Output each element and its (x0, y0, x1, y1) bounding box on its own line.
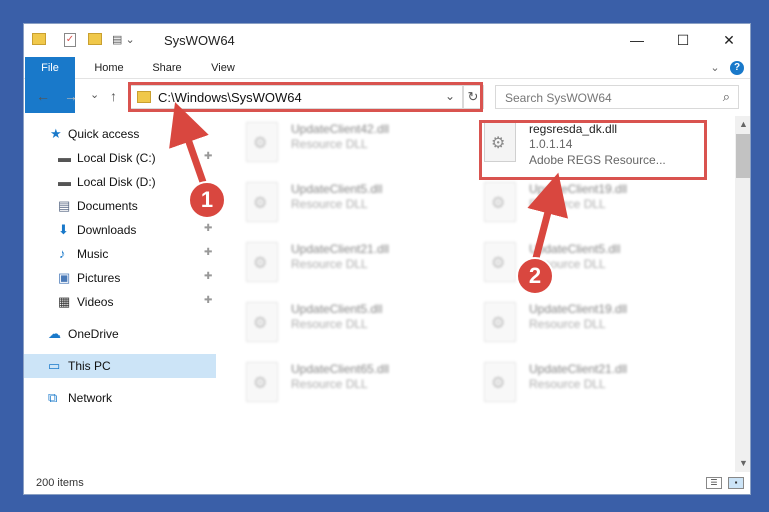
step-badge-1: 1 (188, 181, 226, 219)
arrow-2 (527, 172, 569, 259)
step-badge-2: 2 (516, 257, 554, 295)
arrow-1 (169, 102, 209, 184)
annotation-arrows (169, 102, 569, 259)
